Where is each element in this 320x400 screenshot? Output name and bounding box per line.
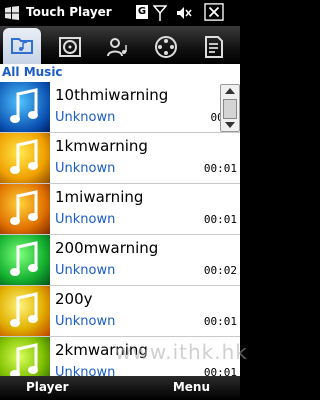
playlist-icon [205,36,223,58]
tab-music-folder[interactable] [3,28,41,64]
track-title: 200y [55,290,93,308]
track-duration: 00:01 [203,366,237,376]
scroll-thumb[interactable] [223,99,237,119]
track-artist: Unknown [55,161,116,176]
track-artist: Unknown [55,110,116,125]
track-duration: 00:02 [203,264,237,277]
windows-logo-icon[interactable] [4,5,20,21]
track-title: 1kmwarning [55,137,148,155]
track-title: 10thmiwarning [55,86,169,104]
signal-icon[interactable] [153,4,167,22]
track-artist: Unknown [55,314,116,329]
track-title: 1miwarning [55,188,144,206]
track-row[interactable]: 1miwarning Unknown 00:01 [0,184,240,235]
album-art [0,184,50,234]
music-note-icon [10,190,38,225]
music-note-icon [10,241,38,276]
artist-icon [107,38,127,57]
track-row[interactable]: 1kmwarning Unknown 00:01 [0,133,240,184]
track-artist: Unknown [55,263,116,278]
app-title: Touch Player [26,5,112,19]
scroll-control[interactable] [220,84,240,132]
track-title: 200mwarning [55,239,159,257]
music-note-icon [10,88,38,123]
tab-artist[interactable] [99,30,137,62]
volume-icon[interactable] [175,4,193,22]
section-title: All Music [2,65,63,79]
album-art [0,235,50,285]
music-note-icon [10,292,38,327]
player-softkey[interactable]: Player [26,380,69,394]
close-icon[interactable] [203,3,225,21]
track-duration: 00:01 [203,213,237,226]
music-folder-icon [11,38,33,54]
track-row[interactable]: 10thmiwarning Unknown 00:0 [0,82,240,133]
track-duration: 00:01 [203,315,237,328]
music-note-icon [10,343,38,376]
track-row[interactable]: 200y Unknown 00:01 [0,286,240,337]
tab-bar [0,26,240,64]
network-indicator: G [136,5,148,19]
tab-album[interactable] [51,30,89,62]
tab-playlist[interactable] [195,30,233,62]
track-row[interactable]: 200mwarning Unknown 00:02 [0,235,240,286]
track-duration: 00:01 [203,162,237,175]
section-header: All Music [0,64,240,82]
status-bar: Touch Player G [0,0,240,26]
album-icon [59,37,81,57]
watermark: www.ithk.hk [115,340,248,364]
softkey-bar: Player Menu [0,376,240,400]
album-art [0,82,50,132]
track-artist: Unknown [55,212,116,227]
album-art [0,337,50,376]
album-art [0,133,50,183]
tab-video[interactable] [147,30,185,62]
menu-softkey[interactable]: Menu [173,380,210,394]
album-art [0,286,50,336]
scroll-up-icon[interactable] [225,88,235,94]
track-artist: Unknown [55,365,116,376]
film-reel-icon [155,36,177,58]
music-note-icon [10,139,38,174]
scroll-down-icon[interactable] [225,122,235,128]
track-list[interactable]: 10thmiwarning Unknown 00:0 1kmwarning Un… [0,82,240,376]
